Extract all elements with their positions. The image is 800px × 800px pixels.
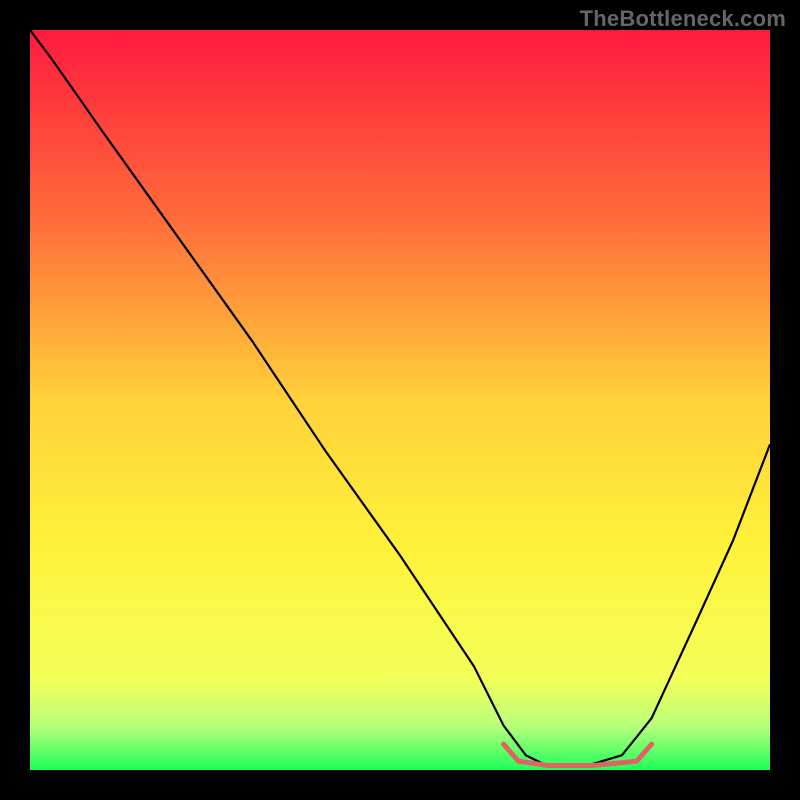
plot-area	[30, 30, 770, 770]
watermark-text: TheBottleneck.com	[580, 6, 786, 32]
gradient-rect	[30, 30, 770, 770]
plot-svg	[30, 30, 770, 770]
chart-frame: TheBottleneck.com	[0, 0, 800, 800]
